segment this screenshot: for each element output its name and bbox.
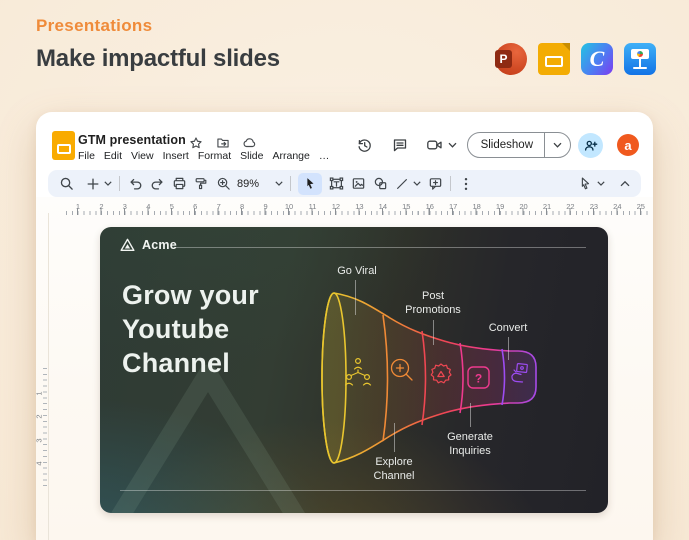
canva-icon: C — [581, 43, 613, 75]
paint-format-icon[interactable] — [193, 176, 209, 192]
powerpoint-icon: P — [495, 43, 527, 75]
svg-text:?: ? — [475, 372, 482, 386]
menu-more[interactable]: … — [319, 150, 330, 162]
funnel-label[interactable]: Convert — [468, 322, 548, 336]
brand-name: Acme — [142, 238, 177, 252]
menu-insert[interactable]: Insert — [163, 150, 189, 162]
share-button[interactable] — [578, 132, 603, 158]
app-icons: P C — [495, 43, 656, 75]
eyebrow-label: Presentations — [36, 16, 153, 35]
menu-view[interactable]: View — [131, 150, 154, 162]
account-avatar[interactable]: a — [617, 134, 639, 156]
insert-shape-button[interactable] — [372, 176, 388, 192]
camera-dropdown-caret[interactable] — [448, 142, 457, 148]
editor-canvas: 1 2 3 4 5 6 7 8 9 10 11 12 13 14 15 16 17 18 19 20 21 22 23 24 2… — [36, 197, 653, 540]
zoom-level-select[interactable]: 89% — [237, 178, 259, 190]
pointer-tool-icon[interactable] — [577, 176, 593, 192]
text-box-button[interactable] — [328, 176, 344, 192]
funnel-label[interactable]: Post Promotions — [396, 290, 470, 317]
keynote-icon — [624, 43, 656, 75]
google-slides-window: GTM presentation File Edit View Insert Forma… — [36, 112, 653, 540]
brand-row[interactable]: Acme — [120, 238, 177, 252]
menu-slide[interactable]: Slide — [240, 150, 263, 162]
zoom-in-icon[interactable] — [215, 176, 231, 192]
menu-format[interactable]: Format — [198, 150, 231, 162]
menu-arrange[interactable]: Arrange — [272, 150, 309, 162]
slide-canvas[interactable]: Acme Grow your Youtube Channel ? Go Vira… — [100, 227, 608, 513]
collapse-toolbar-icon[interactable] — [617, 176, 633, 192]
menu-bar: File Edit View Insert Format Slide Arrange … — [78, 150, 329, 162]
undo-button[interactable] — [127, 176, 143, 192]
funnel-mouth — [321, 292, 347, 464]
slide-title[interactable]: Grow your Youtube Channel — [122, 278, 259, 380]
acme-logo-icon — [120, 238, 135, 252]
print-button[interactable] — [171, 176, 187, 192]
toolbar: 89% — [48, 170, 641, 197]
insert-comment-button[interactable] — [427, 176, 443, 192]
funnel-label[interactable]: Explore Channel — [364, 456, 424, 483]
menu-file[interactable]: File — [78, 150, 95, 162]
brand-divider-line — [175, 246, 586, 248]
new-slide-button[interactable] — [85, 176, 101, 192]
redo-button[interactable] — [149, 176, 165, 192]
slides-logo-icon[interactable] — [52, 131, 75, 160]
menu-edit[interactable]: Edit — [104, 150, 122, 162]
funnel-label[interactable]: Generate Inquiries — [435, 431, 505, 458]
version-history-icon[interactable] — [356, 136, 374, 154]
zoom-caret[interactable] — [275, 181, 283, 186]
slideshow-button[interactable]: Slideshow — [466, 132, 571, 158]
pointer-caret[interactable] — [597, 181, 605, 186]
document-title[interactable]: GTM presentation — [78, 133, 186, 147]
slide-footer-line — [120, 490, 586, 491]
google-slides-icon — [538, 43, 570, 75]
insert-image-button[interactable] — [350, 176, 366, 192]
comments-icon[interactable] — [391, 136, 409, 154]
insert-line-button[interactable] — [394, 176, 410, 192]
funnel-label[interactable]: Go Viral — [317, 265, 397, 279]
search-tools-icon[interactable] — [58, 176, 74, 192]
new-slide-caret[interactable] — [104, 181, 112, 186]
toolbar-overflow-menu[interactable] — [458, 176, 474, 192]
line-caret[interactable] — [413, 181, 421, 186]
page-title: Make impactful slides — [36, 45, 280, 72]
select-tool-button[interactable] — [298, 172, 323, 195]
meet-camera-icon[interactable] — [426, 136, 444, 154]
slideshow-dropdown-caret[interactable] — [545, 142, 570, 148]
